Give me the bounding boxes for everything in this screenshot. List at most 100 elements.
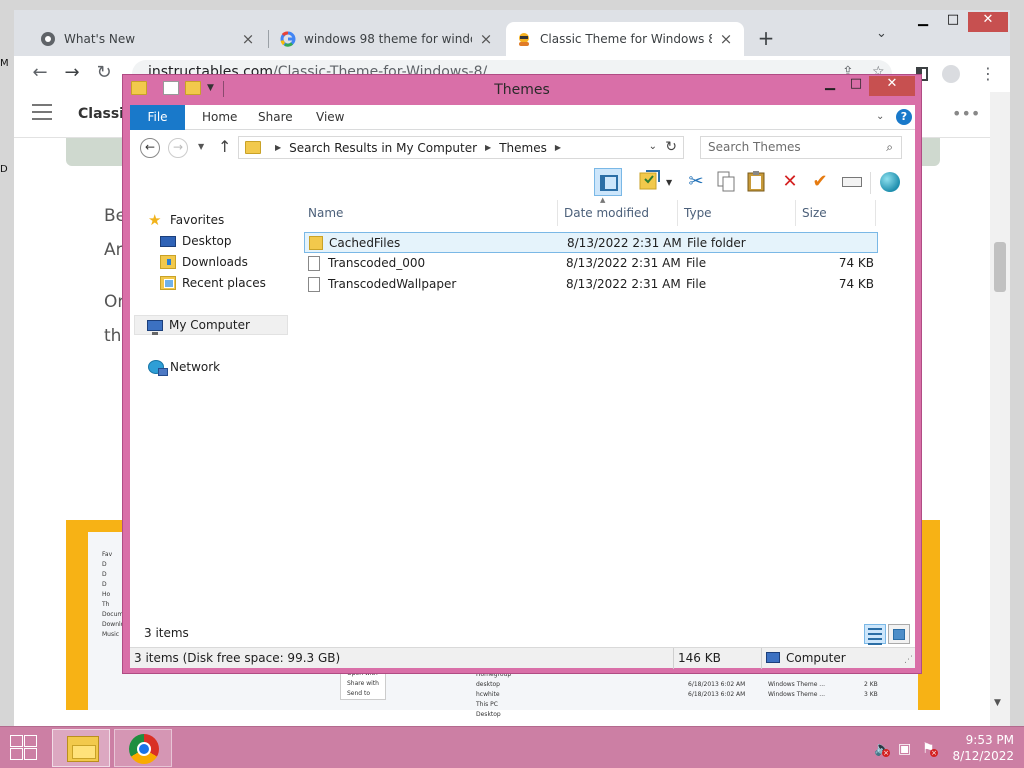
properties-icon[interactable]: ✔ [806,168,834,196]
tab-search-button[interactable]: ⌄ [876,26,887,41]
ribbon-tabs: File Home Share View ⌄ ? [130,105,915,130]
nav-recent-places[interactable]: Recent places [160,273,266,293]
search-input[interactable]: Search Themes ⌕ [700,136,902,159]
clock-time: 9:53 PM [965,733,1014,747]
tab-windows-98-theme[interactable]: windows 98 theme for windows 8 × [270,22,504,56]
breadcrumb-arrow-icon[interactable]: ▶ [555,143,561,152]
file-icon [308,256,320,271]
chrome-minimize-button[interactable]: ▁ [908,12,938,32]
recent-locations-icon[interactable]: ▼ [198,142,204,151]
explorer-close-button[interactable]: ✕ [869,76,915,96]
nav-favorites[interactable]: ★ Favorites [148,210,224,230]
copy-icon[interactable] [712,168,740,196]
tab-classic-theme[interactable]: Classic Theme for Windows 8 : 5 × [506,22,744,56]
refresh-icon[interactable]: ↻ [665,139,677,155]
reload-button[interactable]: ↻ [92,62,116,83]
cut-icon[interactable]: ✂ [682,168,710,196]
status-location: Computer [762,648,902,669]
explorer-title-bar[interactable]: ▼ Themes ▁ □ ✕ [123,75,921,105]
taskbar-chrome[interactable] [114,729,172,767]
tab-close-icon[interactable]: × [478,30,494,48]
file-row-transcodedwallpaper[interactable]: TranscodedWallpaper 8/13/2022 2:31 AM Fi… [304,274,878,295]
file-row-transcoded-000[interactable]: Transcoded_000 8/13/2022 2:31 AM File 74… [304,253,878,274]
network-tray-icon[interactable]: ▣ [898,741,911,757]
explorer-minimize-button[interactable]: ▁ [817,76,843,96]
internet-globe-icon[interactable] [876,168,904,196]
forward-arrow-icon[interactable]: → [168,138,188,158]
screenshot-files: Homegroup desktop hcwhite This PC Deskto… [476,671,512,718]
article-text: th [104,326,122,346]
chrome-close-button[interactable]: ✕ [968,12,1008,32]
hamburger-menu-icon[interactable] [32,104,52,125]
details-view-icon[interactable] [864,624,886,645]
delete-icon[interactable]: ✕ [776,168,804,196]
chrome-icon [129,734,159,764]
nav-my-computer[interactable]: My Computer [134,315,288,335]
address-dropdown-icon[interactable]: ⌄ [649,141,657,152]
explorer-maximize-button[interactable]: □ [843,76,869,96]
preview-pane-icon[interactable] [594,168,622,196]
up-arrow-icon[interactable]: ↑ [218,137,231,156]
tab-home[interactable]: Home [190,105,249,130]
nav-label: My Computer [169,318,250,332]
column-name[interactable]: Name [302,200,558,226]
rename-icon[interactable] [838,168,866,196]
tab-share[interactable]: Share [246,105,305,130]
recent-places-icon [160,276,176,290]
breadcrumb-search-results[interactable]: Search Results in My Computer [289,141,477,155]
file-date: 8/13/2022 2:31 AM [566,256,681,270]
tab-view[interactable]: View [304,105,356,130]
back-arrow-icon[interactable]: ← [140,138,160,158]
page-scrollbar[interactable]: ▼ [990,92,1010,726]
toolbar-separator [870,172,871,194]
tab-close-icon[interactable]: × [240,30,256,48]
computer-icon [147,319,163,335]
nav-downloads[interactable]: Downloads [160,252,248,272]
nav-desktop[interactable]: Desktop [160,231,232,251]
taskbar-file-explorer[interactable] [52,729,110,767]
large-icons-view-icon[interactable] [888,624,910,644]
file-type: File [686,256,707,270]
volume-muted-icon[interactable]: 🔈× [874,741,891,757]
chrome-maximize-button[interactable]: □ [938,12,968,32]
start-button[interactable] [8,735,38,761]
nav-network[interactable]: Network [148,357,220,377]
tab-close-icon[interactable]: × [718,30,734,48]
network-icon [148,360,168,376]
breadcrumb-themes[interactable]: Themes [499,141,547,155]
search-icon[interactable]: ⌕ [886,140,893,155]
file-name: TranscodedWallpaper [328,277,457,291]
star-icon: ★ [148,211,162,229]
column-size[interactable]: Size [796,200,876,226]
expand-ribbon-icon[interactable]: ⌄ [876,111,884,122]
taskbar: 🔈× ▣ ⚑× 9:53 PM 8/12/2022 [0,726,1024,768]
tab-file[interactable]: File [130,105,185,130]
file-row-cachedfiles[interactable]: CachedFiles 8/13/2022 2:31 AM File folde… [304,232,878,253]
back-button[interactable]: ← [28,62,52,83]
more-options-icon[interactable]: ••• [952,104,980,123]
views-dropdown-icon[interactable]: ▼ [666,178,672,187]
article-text: Ar [104,240,123,260]
help-button[interactable]: ? [896,109,912,125]
file-name: Transcoded_000 [328,256,426,270]
file-list: ▲ Name Date modified Type Size CachedFil… [302,196,910,620]
tab-whats-new[interactable]: What's New × [30,22,266,56]
breadcrumb-arrow-icon[interactable]: ▶ [275,143,281,152]
tab-title: What's New [64,32,136,46]
clock[interactable]: 9:53 PM 8/12/2022 [946,732,1014,764]
scroll-thumb[interactable] [994,242,1006,292]
new-tab-button[interactable]: + [754,26,778,50]
resize-grip-icon[interactable]: ⋰ [904,655,913,665]
breadcrumb-arrow-icon[interactable]: ▶ [485,143,491,152]
column-type[interactable]: Type [678,200,796,226]
tab-title: windows 98 theme for windows 8 [304,32,472,46]
action-center-flag-icon[interactable]: ⚑ × [922,741,938,757]
desktop-icon-fragment: M [0,58,9,69]
change-view-icon[interactable] [636,168,664,196]
paste-icon[interactable] [742,168,770,196]
address-breadcrumb[interactable]: ▶ Search Results in My Computer ▶ Themes… [238,136,684,159]
column-date-modified[interactable]: Date modified [558,200,678,226]
profile-avatar[interactable] [942,65,960,83]
forward-button[interactable]: → [60,62,84,83]
menu-icon[interactable]: ⋮ [980,64,996,83]
